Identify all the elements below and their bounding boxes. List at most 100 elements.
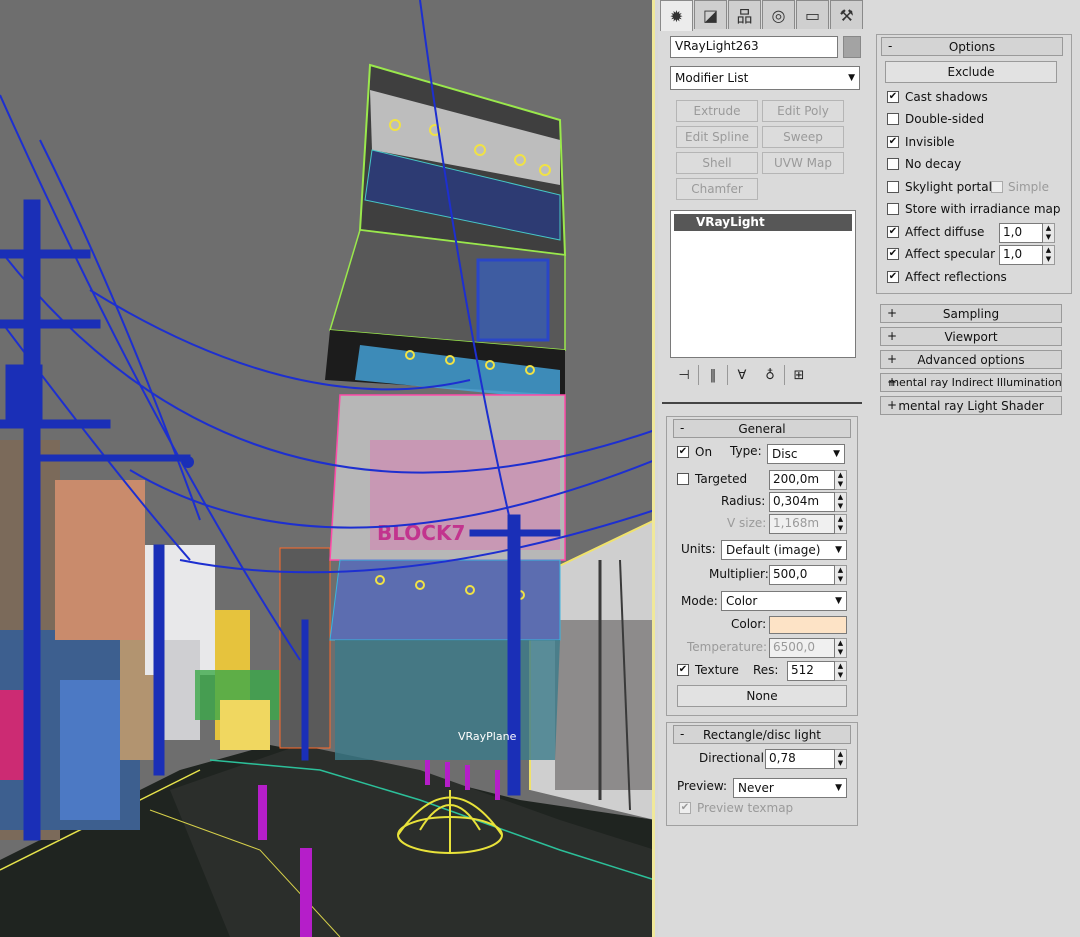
radius-spinner[interactable]: 0,304m ▲ ▼ — [769, 492, 847, 512]
motion-tab[interactable]: ◎ — [762, 0, 795, 29]
hierarchy-tab[interactable]: 品 — [728, 0, 761, 29]
spinner-arrows-icon[interactable]: ▲ ▼ — [1043, 223, 1055, 243]
targeted-checkbox[interactable] — [677, 473, 689, 485]
check-icon: ✔ — [678, 664, 688, 675]
spinner-arrows-icon[interactable]: ▲ ▼ — [835, 470, 847, 490]
affect-specular-label: Affect specular — [905, 247, 996, 261]
remove-modifier-icon[interactable]: ♁ — [756, 363, 784, 387]
no-decay-label: No decay — [905, 157, 962, 171]
multiplier-label: Multiplier: — [709, 567, 769, 581]
edit-poly-button[interactable]: Edit Poly — [762, 100, 844, 122]
res-label: Res: — [753, 663, 779, 677]
mode-label: Mode: — [681, 594, 718, 608]
advanced-options-rollout-header[interactable]: + Advanced options — [880, 350, 1062, 369]
shell-button[interactable]: Shell — [676, 152, 758, 174]
check-icon: ✔ — [888, 271, 898, 282]
affect-diffuse-checkbox[interactable]: ✔ — [887, 226, 899, 238]
no-decay-checkbox[interactable] — [887, 158, 899, 170]
cast-shadows-checkbox[interactable]: ✔ — [887, 91, 899, 103]
type-dropdown[interactable]: Disc ▼ — [767, 444, 845, 464]
modify-tab[interactable]: ◪ — [694, 0, 727, 29]
directional-spinner[interactable]: 0,78 ▲ ▼ — [765, 749, 847, 769]
sweep-button[interactable]: Sweep — [762, 126, 844, 148]
options-rollout: - Options Exclude ✔ Cast shadows Double-… — [876, 34, 1072, 294]
multiplier-spinner[interactable]: 500,0 ▲ ▼ — [769, 565, 847, 585]
mode-dropdown[interactable]: Color ▼ — [721, 591, 847, 611]
vsize-label: V size: — [727, 516, 767, 530]
affect-diffuse-value[interactable]: 1,0 — [999, 223, 1043, 243]
preview-label: Preview: — [677, 779, 728, 793]
general-rollout-header[interactable]: - General — [673, 419, 851, 438]
expand-icon: + — [887, 375, 898, 389]
directional-value[interactable]: 0,78 — [765, 749, 835, 769]
stack-item-vraylight[interactable]: VRayLight — [674, 214, 852, 231]
mental-ray-shader-title: mental ray Light Shader — [898, 398, 1044, 413]
spinner-arrows-icon[interactable]: ▲ ▼ — [835, 661, 847, 681]
configure-sets-icon[interactable]: ⊞ — [785, 363, 813, 387]
res-value[interactable]: 512 — [787, 661, 835, 681]
chevron-down-icon: ▼ — [835, 545, 842, 555]
uvw-map-button[interactable]: UVW Map — [762, 152, 844, 174]
chevron-down-icon: ▼ — [848, 73, 855, 83]
command-panel-tabs: ✹ ◪ 品 ◎ ▭ ⚒ — [660, 0, 864, 31]
sampling-rollout-header[interactable]: + Sampling — [880, 304, 1062, 323]
preview-texmap-checkbox: ✔ — [679, 802, 691, 814]
extrude-button[interactable]: Extrude — [676, 100, 758, 122]
preview-value: Never — [738, 781, 774, 795]
temperature-label: Temperature: — [687, 640, 768, 654]
collapse-icon: - — [888, 39, 893, 53]
object-name-field[interactable]: VRayLight263 — [670, 36, 838, 58]
pin-stack-icon[interactable]: ⊣ — [670, 363, 698, 387]
spinner-arrows-icon[interactable]: ▲ ▼ — [835, 565, 847, 585]
modifier-list-dropdown[interactable]: Modifier List ▼ — [670, 66, 860, 90]
exclude-button[interactable]: Exclude — [885, 61, 1057, 83]
make-unique-icon[interactable]: ∀ — [728, 363, 756, 387]
chamfer-button[interactable]: Chamfer — [676, 178, 758, 200]
units-dropdown[interactable]: Default (image) ▼ — [721, 540, 847, 560]
display-tab[interactable]: ▭ — [796, 0, 829, 29]
building-sign-text: BLOCK7 — [377, 521, 465, 545]
expand-icon: + — [887, 306, 898, 320]
rectangle-disc-rollout: - Rectangle/disc light Directional: 0,78… — [666, 722, 858, 826]
perspective-viewport[interactable]: BLOCK7 VRayPlane — [0, 0, 655, 937]
expand-icon: + — [887, 329, 898, 343]
on-checkbox[interactable]: ✔ — [677, 446, 689, 458]
affect-specular-spinner[interactable]: 1,0 ▲ ▼ — [999, 245, 1055, 265]
radius-value[interactable]: 0,304m — [769, 492, 835, 512]
targeted-spinner[interactable]: 200,0m ▲ ▼ — [769, 470, 847, 490]
motion-tab-icon: ◎ — [771, 5, 786, 25]
spinner-arrows-icon[interactable]: ▲ ▼ — [835, 749, 847, 769]
store-irradiance-checkbox[interactable] — [887, 203, 899, 215]
utilities-tab-icon: ⚒ — [839, 5, 854, 25]
res-spinner[interactable]: 512 ▲ ▼ — [787, 661, 847, 681]
edit-spline-button[interactable]: Edit Spline — [676, 126, 758, 148]
mental-ray-indirect-rollout-header[interactable]: + mental ray Indirect Illumination — [880, 373, 1062, 392]
affect-diffuse-label: Affect diffuse — [905, 225, 985, 239]
light-color-swatch[interactable] — [769, 616, 847, 634]
utilities-tab[interactable]: ⚒ — [830, 0, 863, 29]
spinner-arrows-icon[interactable]: ▲ ▼ — [835, 492, 847, 512]
preview-dropdown[interactable]: Never ▼ — [733, 778, 847, 798]
texture-none-button[interactable]: None — [677, 685, 847, 707]
affect-reflections-checkbox[interactable]: ✔ — [887, 271, 899, 283]
options-rollout-header[interactable]: - Options — [881, 37, 1063, 56]
rectangle-disc-rollout-header[interactable]: - Rectangle/disc light — [673, 725, 851, 744]
texture-checkbox[interactable]: ✔ — [677, 664, 689, 676]
spinner-arrows-icon[interactable]: ▲ ▼ — [1043, 245, 1055, 265]
targeted-value[interactable]: 200,0m — [769, 470, 835, 490]
modifier-stack[interactable]: VRayLight — [670, 210, 856, 358]
double-sided-checkbox[interactable] — [887, 113, 899, 125]
simple-checkbox — [991, 181, 1003, 193]
invisible-checkbox[interactable]: ✔ — [887, 136, 899, 148]
object-color-swatch[interactable] — [843, 36, 861, 58]
affect-diffuse-spinner[interactable]: 1,0 ▲ ▼ — [999, 223, 1055, 243]
multiplier-value[interactable]: 500,0 — [769, 565, 835, 585]
affect-specular-checkbox[interactable]: ✔ — [887, 248, 899, 260]
create-tab[interactable]: ✹ — [660, 0, 693, 31]
check-icon: ✔ — [888, 226, 898, 237]
affect-specular-value[interactable]: 1,0 — [999, 245, 1043, 265]
show-end-result-icon[interactable]: ‖ — [699, 363, 727, 387]
mental-ray-shader-rollout-header[interactable]: + mental ray Light Shader — [880, 396, 1062, 415]
viewport-rollout-header[interactable]: + Viewport — [880, 327, 1062, 346]
skylight-portal-checkbox[interactable] — [887, 181, 899, 193]
